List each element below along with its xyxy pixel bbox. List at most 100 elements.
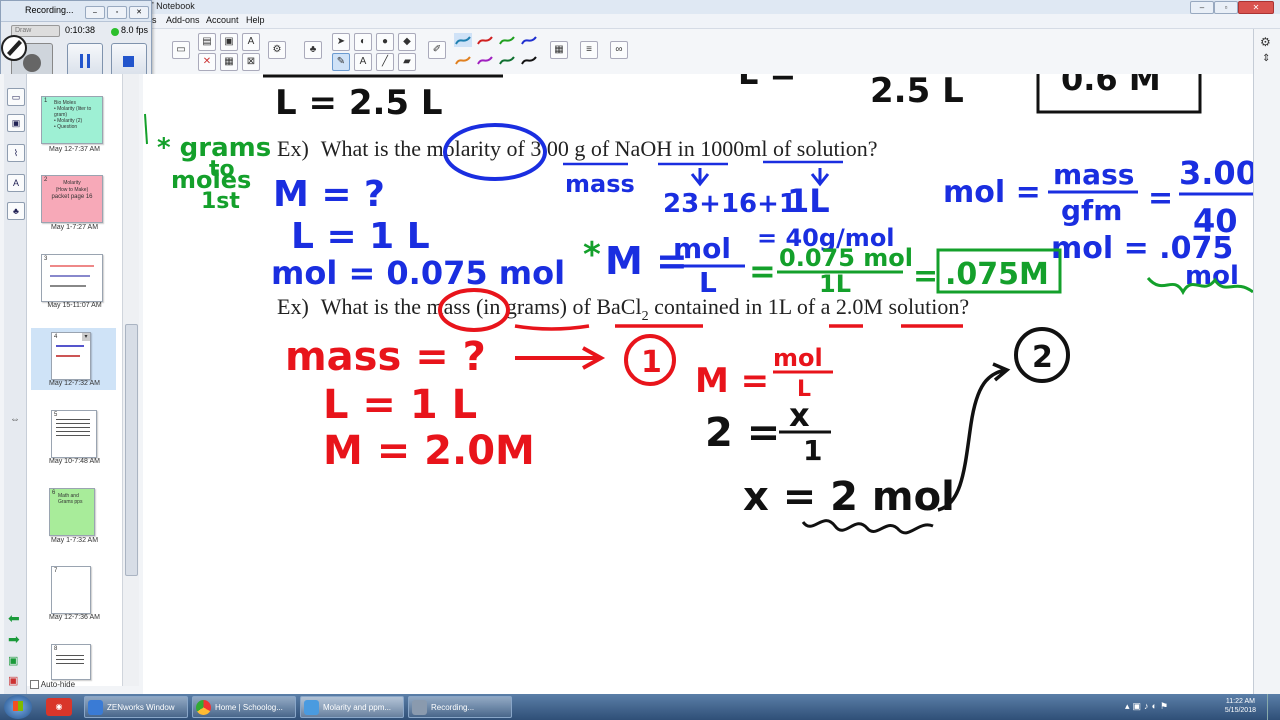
page-thumbnail-7[interactable]: 7 — [51, 566, 91, 614]
menu-partial[interactable]: s — [152, 15, 157, 25]
delete-page-icon[interactable]: ▣ — [8, 674, 18, 687]
red-formula-mol: mol — [773, 344, 823, 372]
red-mass-unknown: mass = ? — [285, 334, 486, 380]
black-numerator: x — [789, 396, 810, 434]
pen-style-blue-icon[interactable] — [520, 33, 538, 47]
pen-style-black-icon[interactable] — [520, 53, 538, 67]
side-panel: ▭ ▣ ⌇ A ♣ ⇔ ⬅ ➡ ▣ ▣ 1 Bio Moles • Molari… — [0, 74, 144, 694]
screen-shade-icon[interactable]: ▭ — [172, 41, 190, 59]
link-icon[interactable]: ∞ — [610, 41, 628, 59]
next-page-icon[interactable]: ➡ — [8, 631, 20, 648]
maximize-button[interactable]: ▫ — [1214, 1, 1238, 14]
clock[interactable]: 11:22 AM 5/15/2018 — [1225, 697, 1256, 715]
close-button[interactable]: ✕ — [1238, 1, 1274, 14]
pen-icon[interactable]: ✐ — [428, 41, 446, 59]
page-thumbnail-1[interactable]: 1 Bio Moles • Molarity (liter to gram) •… — [41, 96, 103, 144]
scrollbar-thumb[interactable] — [125, 324, 138, 576]
blue-mol-word: mol = — [943, 175, 1041, 210]
pens-icon[interactable]: ✎ — [332, 53, 350, 71]
text-style-icon[interactable]: A — [242, 33, 260, 51]
page-label-1: May 12-7:37 AM — [49, 146, 100, 153]
gallery-tab-icon[interactable]: ▣ — [7, 114, 25, 132]
fill-icon[interactable]: ◆ — [398, 33, 416, 51]
page-label-5: May 10-7:48 AM — [49, 458, 100, 465]
question-2: Ex) What is the mass (in grams) of BaCl2 … — [277, 294, 969, 324]
top-right-m-partial: L = — [738, 74, 796, 92]
table-icon[interactable]: ▦ — [220, 53, 238, 71]
pen-style-orange-icon[interactable] — [454, 53, 472, 67]
addons-tab-icon[interactable]: ♣ — [7, 202, 25, 220]
system-tray-icons[interactable]: ▴▣♪◐⚑ — [1125, 701, 1171, 712]
recording-title-bar: Recording... – ▫ ✕ — [1, 1, 151, 22]
notebook-canvas[interactable]: L = 2.5 L L = 2.5 L 0.6 M Ex)What is the… — [143, 74, 1253, 694]
taskbar-item-chrome[interactable]: Home | Schoolog... — [192, 696, 296, 718]
blue-formula-mass: 23+16+1 — [663, 189, 797, 219]
settings-icon[interactable]: ⚙ — [1260, 35, 1271, 49]
pen-style-green-icon[interactable] — [498, 33, 516, 47]
start-button[interactable] — [4, 695, 32, 719]
windows-logo-icon — [13, 701, 23, 711]
page-thumbnail-2[interactable]: 2 Molarity (How to Make) packet page 16 — [41, 175, 103, 223]
menu-account[interactable]: Account — [206, 15, 239, 25]
line-icon[interactable]: ╱ — [376, 53, 394, 71]
move-toolbar-icon[interactable]: ⇕ — [1262, 53, 1270, 64]
eraser-icon[interactable]: ◐ — [354, 33, 372, 51]
delete-icon[interactable]: ✕ — [198, 53, 216, 71]
autohide-label: Auto-hide — [40, 680, 76, 689]
page-label-6: May 1-7:32 AM — [50, 537, 99, 544]
autohide-checkbox[interactable] — [30, 680, 39, 690]
blue-molarity-unknown: M = ? — [273, 174, 385, 215]
svg-text:=: = — [749, 252, 776, 290]
menu-addons[interactable]: Add-ons — [166, 15, 200, 25]
page-thumbnail-4[interactable]: 4 ▾ — [51, 332, 91, 380]
previous-page-icon[interactable]: ⬅ — [8, 610, 20, 627]
media-app-icon[interactable]: ◉ — [46, 698, 72, 716]
fullscreen-icon[interactable]: ⊠ — [242, 53, 260, 71]
response-icon[interactable]: ⚙ — [268, 41, 286, 59]
taskbar-item-zenworks[interactable]: ZENworks Window — [84, 696, 188, 718]
color-palette-icon[interactable]: ▦ — [550, 41, 568, 59]
top-right-denominator: 2.5 L — [870, 74, 964, 111]
show-desktop-button[interactable] — [1267, 694, 1280, 720]
properties-tab-icon[interactable]: A — [7, 174, 25, 192]
activity-icon[interactable]: ♣ — [304, 41, 322, 59]
page-label-3: May 15-11:07 AM — [47, 302, 102, 309]
page-thumbnail-3[interactable]: 3 — [41, 254, 103, 302]
page-sorter-tab-icon[interactable]: ▭ — [7, 88, 25, 106]
recording-fps: 8.0 fps — [121, 25, 149, 35]
clipboard-icon[interactable]: ▤ — [198, 33, 216, 51]
page-thumbnail-8[interactable]: 8 — [51, 644, 91, 680]
minimize-button[interactable]: – — [1190, 1, 1214, 14]
autohide-option[interactable]: Auto-hide — [30, 680, 120, 692]
eraser2-icon[interactable]: ▰ — [398, 53, 416, 71]
pen-style-teal-icon[interactable] — [454, 33, 472, 47]
add-page-icon[interactable]: ▣ — [8, 654, 18, 667]
recording-minimize-button[interactable]: – — [85, 6, 105, 19]
select-icon[interactable]: ➤ — [332, 33, 350, 51]
attachments-tab-icon[interactable]: ⌇ — [7, 144, 25, 162]
text-icon[interactable]: A — [354, 53, 372, 71]
page-thumbnail-5[interactable]: 5 — [51, 410, 97, 458]
shapes-icon[interactable]: ● — [376, 33, 394, 51]
page-menu-icon[interactable]: ▾ — [82, 333, 90, 341]
pen-style-purple-icon[interactable] — [476, 53, 494, 67]
recording-maximize-button[interactable]: ▫ — [107, 6, 127, 19]
green-note-line-4: 1st — [201, 189, 240, 214]
green-formula-numerator: 0.075 mol — [779, 244, 913, 272]
line-style-icon[interactable]: ≡ — [580, 41, 598, 59]
document-camera-icon[interactable]: ▣ — [220, 33, 238, 51]
svg-text:=: = — [913, 259, 938, 294]
resize-handle-icon[interactable]: ⇔ — [10, 414, 20, 425]
page-thumbnail-6[interactable]: 6 Math and Grams pps — [49, 488, 95, 536]
recording-close-button[interactable]: ✕ — [129, 6, 149, 19]
black-equation: 2 = — [705, 410, 780, 456]
red-step-1: 1 — [641, 345, 662, 380]
taskbar-item-recording[interactable]: Recording... — [408, 696, 512, 718]
menu-help[interactable]: Help — [246, 15, 265, 25]
taskbar-item-notebook[interactable]: Molarity and ppm... — [300, 696, 404, 718]
green-formula-denominator: 1L — [819, 270, 851, 298]
pen-style-red-icon[interactable] — [476, 33, 494, 47]
whiteboard-drawing[interactable]: L = 2.5 L L = 2.5 L 0.6 M Ex)What is the… — [143, 74, 1253, 694]
thumbnail-scrollbar[interactable] — [122, 74, 139, 686]
pen-style-dark-green-icon[interactable] — [498, 53, 516, 67]
